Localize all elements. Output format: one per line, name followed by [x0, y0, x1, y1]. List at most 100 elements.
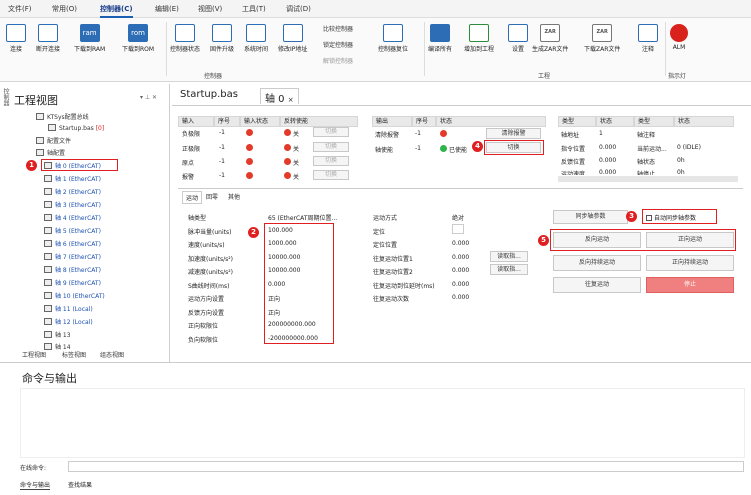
move-value[interactable]: 0.000 — [452, 267, 469, 274]
info-key: 轴状态 — [637, 159, 656, 166]
toggle-button[interactable]: 切换 — [313, 127, 349, 137]
move-value[interactable]: 0.000 — [452, 281, 469, 288]
step-badge-5: 5 — [538, 235, 549, 246]
clear-alarm-button[interactable]: 清除报警 — [486, 128, 541, 139]
tab-motion[interactable]: 运动 — [182, 191, 203, 204]
tab-project-view[interactable]: 工程视图 — [22, 350, 46, 359]
tree-axis-6[interactable]: 轴 6 (EtherCAT) — [44, 239, 101, 248]
tree-axis-12[interactable]: 轴 12 (Local) — [44, 317, 93, 326]
download-zar-button[interactable]: ZAR 下载ZAR文件 — [584, 24, 620, 53]
compare-controller-button[interactable]: 比较控制器 — [323, 24, 353, 33]
move-value[interactable]: 0.000 — [452, 254, 469, 261]
panel-controls[interactable]: ▾ ⊥ ✕ — [140, 94, 157, 101]
output-area[interactable] — [20, 388, 745, 458]
modify-ip-button[interactable]: 修改IP地址 — [278, 24, 307, 53]
menu-file[interactable]: 文件(F) — [8, 4, 32, 14]
tab-homing[interactable]: 回零 — [206, 192, 218, 201]
menu-common[interactable]: 常用(O) — [52, 4, 77, 14]
close-icon[interactable]: × — [288, 96, 294, 104]
stop-button[interactable]: 停止 — [646, 277, 734, 293]
disconnect-button[interactable]: 断开连接 — [36, 24, 60, 53]
auto-sync-checkbox[interactable]: 自动同步轴参数 — [646, 213, 696, 222]
invert-state: 关 — [293, 160, 300, 167]
magnifier-icon — [175, 24, 195, 42]
menu-tools[interactable]: 工具(T) — [242, 4, 266, 14]
info-scrollbar[interactable] — [558, 176, 738, 182]
menu-debug[interactable]: 调试(D) — [286, 4, 311, 14]
tree-axis-3[interactable]: 轴 3 (EtherCAT) — [44, 200, 101, 209]
param-label: 减速度(units/s²) — [188, 269, 233, 276]
connect-button[interactable]: 连接 — [6, 24, 26, 53]
lock-controller-button[interactable]: 锁定控制器 — [323, 40, 353, 49]
firmware-upgrade-button[interactable]: 固件升级 — [210, 24, 234, 53]
reverse-continuous-button[interactable]: 反向持续运动 — [553, 255, 641, 271]
ram-icon: ram — [79, 24, 100, 42]
invert-state: 关 — [293, 146, 300, 153]
tree-axis-2[interactable]: 轴 2 (EtherCAT) — [44, 187, 101, 196]
tab-config-view[interactable]: 组态视图 — [100, 350, 124, 359]
controller-status-button[interactable]: 控制器状态 — [170, 24, 200, 53]
position-checkbox[interactable] — [452, 224, 464, 234]
menu-view[interactable]: 视图(V) — [198, 4, 222, 14]
move-value[interactable]: 0.000 — [452, 294, 469, 301]
tab-command-output[interactable]: 命令与输出 — [20, 480, 51, 490]
controller-reset-button[interactable]: 控制器复位 — [378, 24, 408, 53]
tree-axis-1[interactable]: 轴 1 (EtherCAT) — [44, 174, 101, 183]
tree-axis-11[interactable]: 轴 11 (Local) — [44, 304, 93, 313]
system-time-button[interactable]: 系统时间 — [244, 24, 268, 53]
menu-controller[interactable]: 控制器(C) — [100, 4, 133, 18]
comment-button[interactable]: 注释 — [638, 24, 658, 53]
read-pos2-button[interactable]: 读取指... — [490, 264, 528, 275]
forward-continuous-button[interactable]: 正向持续运动 — [646, 255, 734, 271]
tree-axis-config[interactable]: 轴配置 — [36, 148, 65, 157]
move-value[interactable]: 绝对 — [452, 213, 464, 222]
unlock-controller-button[interactable]: 解锁控制器 — [323, 56, 353, 65]
param-label: 运动方向设置 — [188, 296, 225, 303]
output-index: -1 — [415, 130, 421, 137]
invert-led-icon — [284, 158, 291, 165]
read-pos1-button[interactable]: 读取指... — [490, 251, 528, 262]
zar-download-icon: ZAR — [592, 24, 613, 42]
comment-icon — [638, 24, 658, 42]
toggle-button[interactable]: 切换 — [313, 142, 349, 152]
generate-zar-button[interactable]: ZAR 生成ZAR文件 — [532, 24, 568, 53]
tree-config-file[interactable]: 配置文件 — [36, 136, 71, 145]
forward-move-button[interactable]: 正向运动 — [646, 232, 734, 248]
axis-icon — [44, 331, 52, 338]
tree-axis-7[interactable]: 轴 7 (EtherCAT) — [44, 252, 101, 261]
download-ram-button[interactable]: ram 下载到RAM — [74, 24, 105, 53]
sync-axis-params-button[interactable]: 同步轴参数 — [553, 210, 628, 224]
tree-axis-9[interactable]: 轴 9 (EtherCAT) — [44, 278, 101, 287]
input-col-header: 反转使能 — [280, 116, 358, 127]
tab-search-results[interactable]: 查找结果 — [68, 480, 92, 489]
tree-axis-5[interactable]: 轴 5 (EtherCAT) — [44, 226, 101, 235]
compile-all-button[interactable]: 编译所有 — [428, 24, 452, 53]
tab-label-view[interactable]: 标签视图 — [62, 350, 86, 359]
tab-axis-0[interactable]: 轴 0 × — [260, 88, 299, 105]
param-label: 正向软限位 — [188, 323, 219, 330]
settings-button[interactable]: 设置 — [508, 24, 528, 53]
online-command-input[interactable] — [68, 461, 744, 472]
move-value[interactable]: 0.000 — [452, 240, 469, 247]
tree-axis-8[interactable]: 轴 8 (EtherCAT) — [44, 265, 101, 274]
reciprocate-button[interactable]: 往复运动 — [553, 277, 641, 293]
output-name: 清除报警 — [375, 132, 400, 139]
info-col-header: 类型 — [634, 116, 674, 127]
tree-ktsys[interactable]: KTSys配置总线 — [36, 112, 89, 121]
download-rom-button[interactable]: rom 下载到ROM — [122, 24, 154, 53]
tab-startup[interactable]: Startup.bas — [176, 88, 242, 104]
input-col-header: 输入 — [178, 116, 214, 127]
reverse-move-button[interactable]: 反向运动 — [553, 232, 641, 248]
tree-startup[interactable]: Startup.bas [0] — [48, 124, 104, 132]
tree-axis-10[interactable]: 轴 10 (EtherCAT) — [44, 291, 105, 300]
toggle-button[interactable]: 切换 — [313, 156, 349, 166]
menu-edit[interactable]: 编辑(E) — [155, 4, 179, 14]
tab-other[interactable]: 其他 — [228, 192, 240, 201]
tree-axis-4[interactable]: 轴 4 (EtherCAT) — [44, 213, 101, 222]
add-to-project-button[interactable]: 增加到工程 — [464, 24, 494, 53]
status-led-icon — [246, 144, 253, 151]
settings-icon — [508, 24, 528, 42]
side-tab-controller[interactable]: 控制器 — [0, 88, 10, 128]
toggle-button[interactable]: 切换 — [313, 170, 349, 180]
tree-axis-13[interactable]: 轴 13 — [44, 330, 71, 339]
